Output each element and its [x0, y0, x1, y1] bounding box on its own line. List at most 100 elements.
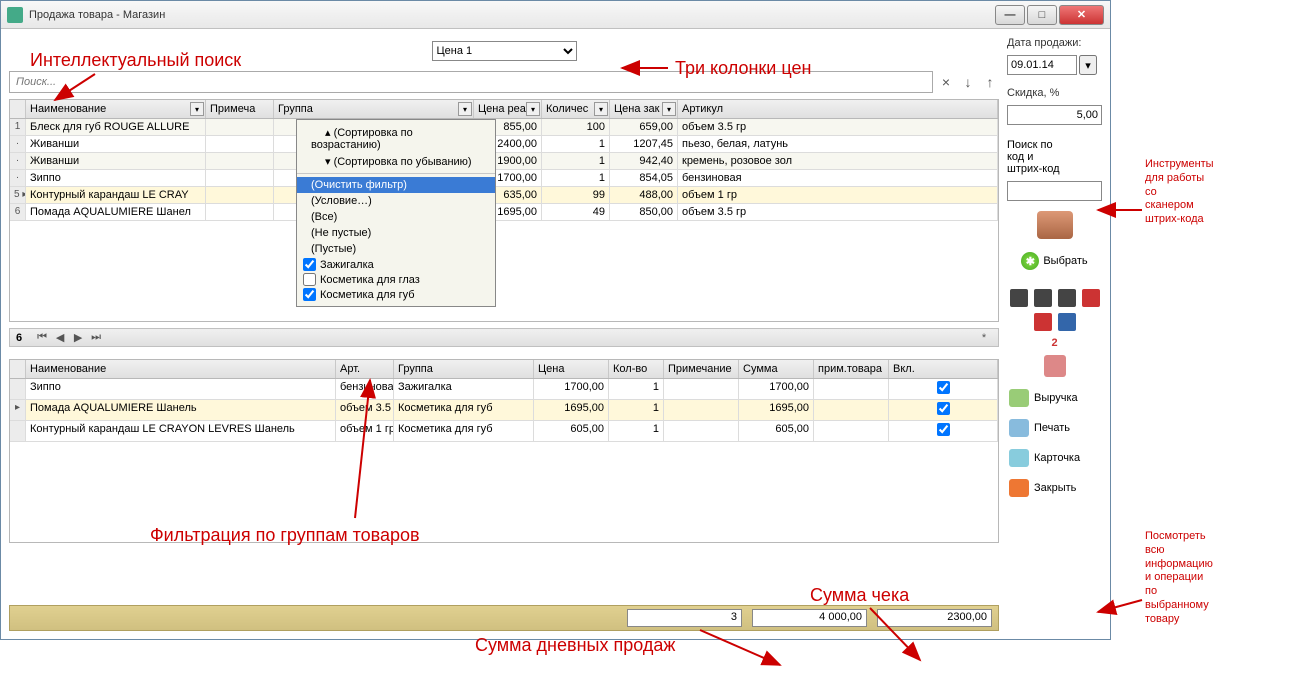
filter-check-item[interactable]: Косметика для глаз [297, 272, 495, 287]
col2-sum: Сумма [743, 363, 778, 375]
col-qty: Количес [546, 103, 588, 115]
sort-desc-item[interactable]: ▾ (Сортировка по убыванию) [297, 153, 495, 170]
card-icon [1009, 449, 1029, 467]
col2-pt: прим.товара [818, 363, 882, 375]
sort-asc-item[interactable]: ▴ (Сортировка по возрастанию) [297, 124, 495, 153]
nav-next-icon[interactable]: ▶ [70, 331, 86, 344]
annotation-card-info: Посмотретьвсюинформациюи операцииповыбра… [1145, 530, 1213, 626]
app-icon [7, 7, 23, 23]
total-check: 2300,00 [877, 609, 992, 627]
revenue-button[interactable]: Выручка [1007, 386, 1102, 410]
total-day-sales: 4 000,00 [752, 609, 867, 627]
empty-item[interactable]: (Пустые) [297, 241, 495, 257]
col2-on: Вкл. [893, 363, 915, 375]
table-row[interactable]: · Живанши 2400,00 1 1207,45 пьезо, белая… [10, 136, 998, 153]
total-count: 3 [627, 609, 742, 627]
row-enabled-checkbox[interactable] [937, 381, 950, 394]
col-cost: Цена зак [614, 103, 659, 115]
date-label: Дата продажи: [1007, 37, 1102, 49]
tool-minus-icon[interactable] [1034, 289, 1052, 307]
cart-grid: Наименование Арт. Группа Цена Кол-во При… [9, 359, 999, 543]
table-row[interactable]: 5 ▸ Контурный карандаш LE CRAY 635,00 99… [10, 187, 998, 204]
print-button[interactable]: Печать [1007, 416, 1102, 440]
col2-name: Наименование [30, 363, 106, 375]
search-down-icon[interactable]: ↓ [959, 73, 977, 91]
all-item[interactable]: (Все) [297, 209, 495, 225]
totals-bar: 3 4 000,00 2300,00 [9, 605, 999, 631]
filter-check-item[interactable]: Косметика для губ [297, 287, 495, 302]
app-window: Продажа товара - Магазин — □ ✕ Цена 1 × … [0, 0, 1111, 640]
grid1-count: 6 [16, 332, 22, 344]
nonempty-item[interactable]: (Не пустые) [297, 225, 495, 241]
search-up-icon[interactable]: ↑ [981, 73, 999, 91]
close-app-button[interactable]: Закрыть [1007, 476, 1102, 500]
col-article: Артикул [682, 103, 723, 115]
barcode-label3: штрих-код [1007, 163, 1102, 175]
group-filter-popup: ▴ (Сортировка по возрастанию) ▾ (Сортиро… [296, 119, 496, 307]
cart-row[interactable]: Зиппо бензинова Зажигалка 1700,00 1 1700… [10, 379, 998, 400]
grid1-nav: 6 ⏮ ◀ ▶ ⏭ * [9, 328, 999, 347]
nav-prev-icon[interactable]: ◀ [52, 331, 68, 344]
tool-down-icon[interactable] [1034, 313, 1052, 331]
toolbox-icon[interactable] [1037, 211, 1073, 239]
annotation-scanner: Инструментыдля работысосканеромштрих-код… [1145, 158, 1214, 227]
price-column-select[interactable]: Цена 1 [432, 41, 577, 61]
col2-note: Примечание [668, 363, 732, 375]
print-icon [1009, 419, 1029, 437]
products-grid: Наименование ▾ Примеча Группа ▾ Цена реа ▾ … [9, 99, 999, 322]
col-cost-filter-icon[interactable]: ▾ [662, 102, 676, 116]
barcode-input[interactable] [1007, 181, 1102, 201]
cart-row[interactable]: Контурный карандаш LE CRAYON LEVRES Шане… [10, 421, 998, 442]
col2-art: Арт. [340, 363, 360, 375]
discount-input[interactable] [1007, 105, 1102, 125]
table-row[interactable]: 6 Помада AQUALUMIERE Шанел 1695,00 49 85… [10, 204, 998, 221]
tool-up-icon[interactable] [1082, 289, 1100, 307]
nav-mark-icon[interactable]: * [976, 332, 992, 344]
clear-search-icon[interactable]: × [937, 73, 955, 91]
col-name-filter-icon[interactable]: ▾ [190, 102, 204, 116]
condition-item[interactable]: (Условие…) [297, 193, 495, 209]
row-enabled-checkbox[interactable] [937, 423, 950, 436]
card-button[interactable]: Карточка [1007, 446, 1102, 470]
col-price-filter-icon[interactable]: ▾ [526, 102, 540, 116]
barcode-label2: код и [1007, 151, 1102, 163]
maximize-button[interactable]: □ [1027, 5, 1057, 25]
date-picker-icon[interactable]: ▾ [1079, 55, 1097, 75]
minimize-button[interactable]: — [995, 5, 1025, 25]
select-button[interactable]: ✱ Выбрать [1007, 249, 1102, 273]
counter-badge: 2 [1007, 337, 1102, 349]
search-input[interactable] [9, 71, 933, 93]
table-row[interactable]: 1 Блеск для губ ROUGE ALLURE 855,00 100 … [10, 119, 998, 136]
window-title: Продажа товара - Магазин [29, 9, 995, 21]
revenue-icon [1009, 389, 1029, 407]
col2-price: Цена [538, 363, 564, 375]
table-row[interactable]: · Зиппо 1700,00 1 854,05 бензиновая [10, 170, 998, 187]
col-name: Наименование [30, 103, 106, 115]
col-note: Примеча [210, 103, 255, 115]
plus-circle-icon: ✱ [1021, 252, 1039, 270]
col-group-filter-icon[interactable]: ▾ [458, 102, 472, 116]
nav-first-icon[interactable]: ⏮ [34, 331, 50, 344]
close-button[interactable]: ✕ [1059, 5, 1104, 25]
col2-qty: Кол-во [613, 363, 647, 375]
table-row[interactable]: · Живанши 1900,00 1 942,40 кремень, розо… [10, 153, 998, 170]
row-enabled-checkbox[interactable] [937, 402, 950, 415]
tool-first-icon[interactable] [1010, 289, 1028, 307]
col-qty-filter-icon[interactable]: ▾ [594, 102, 608, 116]
nav-last-icon[interactable]: ⏭ [88, 331, 104, 344]
tool-last-icon[interactable] [1058, 289, 1076, 307]
lifebuoy-icon [1009, 479, 1029, 497]
filter-check-item[interactable]: Зажигалка [297, 257, 495, 272]
tool-delete-icon[interactable] [1044, 355, 1066, 377]
cart-row[interactable]: ▸ Помада AQUALUMIERE Шанель объем 3.5 Ко… [10, 400, 998, 421]
col2-group: Группа [398, 363, 433, 375]
barcode-label: Поиск по [1007, 139, 1102, 151]
clear-filter-item[interactable]: (Очистить фильтр) [297, 177, 495, 193]
col-group: Группа [278, 103, 313, 115]
titlebar: Продажа товара - Магазин — □ ✕ [1, 1, 1110, 29]
tool-grid-icon[interactable] [1058, 313, 1076, 331]
discount-label: Скидка, % [1007, 87, 1102, 99]
side-panel: Дата продажи: ▾ Скидка, % Поиск по код и… [1007, 37, 1102, 631]
col-price: Цена реа [478, 103, 526, 115]
date-input[interactable] [1007, 55, 1077, 75]
